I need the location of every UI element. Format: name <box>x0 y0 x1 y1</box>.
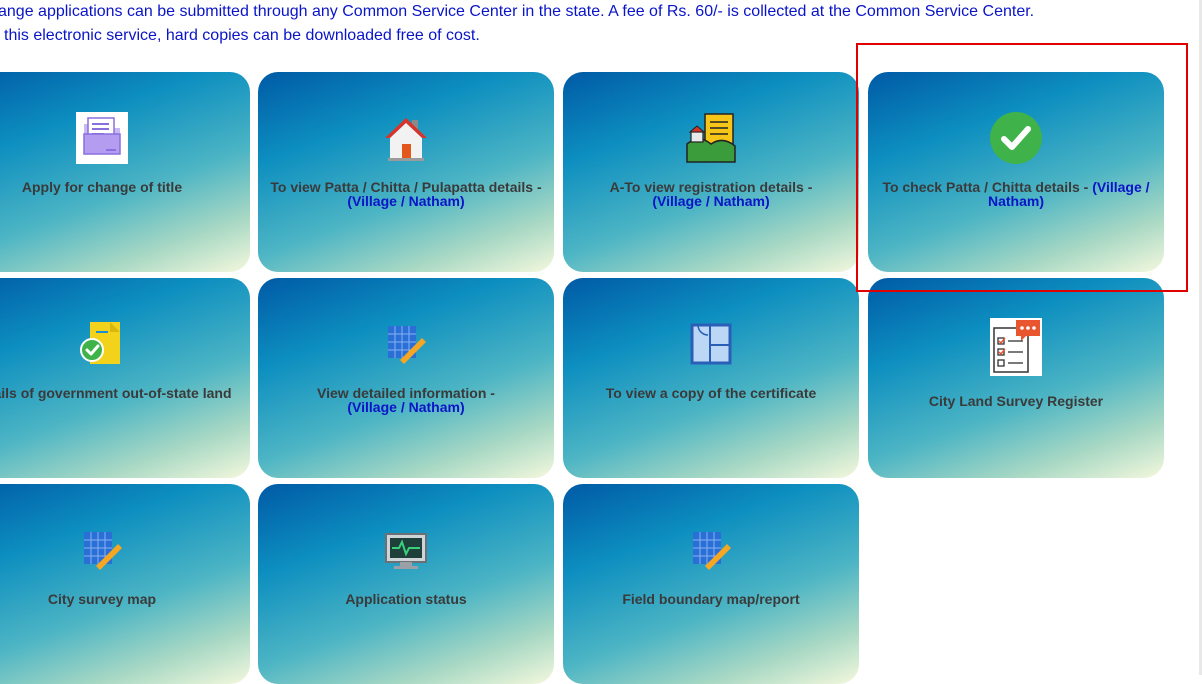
town-document-icon <box>685 112 737 164</box>
card-title: To check Patta / Chitta details - <box>882 179 1089 195</box>
card-govt-out-of-state-land[interactable]: details of government out-of-state land <box>0 278 250 478</box>
intro-line-2: this electronic service, hard copies can… <box>4 27 480 44</box>
grid-ruler-icon <box>76 524 128 576</box>
card-view-patta-chitta-pulapatta[interactable]: To view Patta / Chitta / Pulapatta detai… <box>258 72 554 272</box>
card-field-boundary-map[interactable]: Field boundary map/report <box>563 484 859 684</box>
folder-document-icon <box>76 112 128 164</box>
card-view-registration-details[interactable]: A-To view registration details - (Villag… <box>563 72 859 272</box>
house-icon <box>380 112 432 164</box>
card-title: Application status <box>345 591 467 607</box>
card-apply-change-of-title[interactable]: Apply for change of title <box>0 72 250 272</box>
card-title: City Land Survey Register <box>928 393 1104 409</box>
monitor-pulse-icon <box>380 524 432 576</box>
card-title: details of government out-of-state land <box>0 385 232 401</box>
card-city-land-survey-register[interactable]: City Land Survey Register <box>868 278 1164 478</box>
village-natham-link[interactable]: (Village / Natham) <box>652 193 769 209</box>
card-title: To view a copy of the certificate <box>605 385 817 401</box>
card-city-survey-map[interactable]: City survey map <box>0 484 250 684</box>
grid-ruler-icon <box>685 524 737 576</box>
floor-plan-icon <box>685 318 737 370</box>
card-view-detailed-information[interactable]: View detailed information - (Village / N… <box>258 278 554 478</box>
card-title: City survey map <box>47 591 157 607</box>
card-title: Apply for change of title <box>21 179 183 195</box>
intro-line-1: ange applications can be submitted throu… <box>0 3 1035 20</box>
document-check-icon <box>76 318 128 370</box>
village-natham-link[interactable]: (Village / Natham) <box>347 399 464 415</box>
card-check-patta-chitta[interactable]: To check Patta / Chitta details - (Villa… <box>868 72 1164 272</box>
card-title: Field boundary map/report <box>622 591 800 607</box>
village-natham-link[interactable]: (Village / Natham) <box>347 193 464 209</box>
green-check-icon <box>990 112 1042 164</box>
grid-ruler-icon <box>380 318 432 370</box>
checklist-chat-icon <box>990 318 1042 376</box>
card-application-status[interactable]: Application status <box>258 484 554 684</box>
card-view-certificate-copy[interactable]: To view a copy of the certificate <box>563 278 859 478</box>
